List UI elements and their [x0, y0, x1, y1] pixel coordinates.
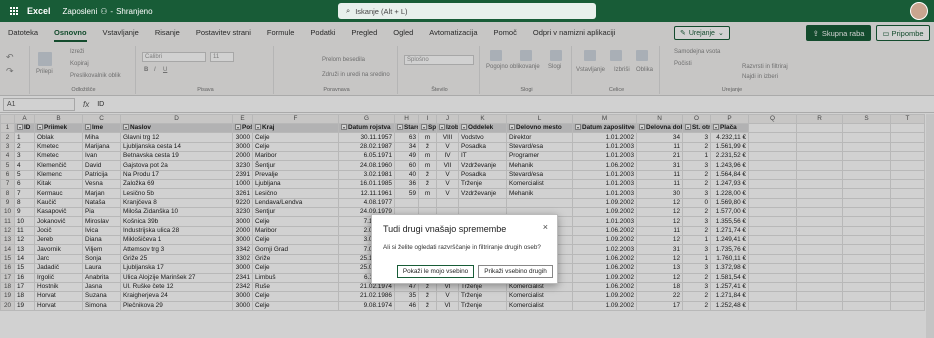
search-icon: ⌕ [346, 6, 351, 15]
close-icon[interactable]: × [543, 222, 548, 232]
dialog-title: Tudi drugi vnašajo spremembe [383, 224, 507, 234]
app-launcher-icon[interactable] [10, 6, 19, 16]
save-status: Shranjeno [116, 6, 153, 16]
dialog-message: Ali si želite ogledati razvrščanje in fi… [383, 244, 541, 251]
title-bar: Excel Zaposleni ⚇ - Shranjeno ⌕ Iskanje (Alt… [0, 0, 934, 22]
sort-filter-dialog: Tudi drugi vnašajo spremembe × Ali si že… [371, 214, 558, 284]
people-icon: ⚇ [100, 6, 108, 16]
document-name: Zaposleni [62, 6, 98, 16]
show-mine-button[interactable]: Pokaži le mojo vsebino [397, 265, 474, 278]
avatar[interactable] [910, 2, 928, 20]
modal-overlay [0, 22, 934, 338]
show-all-button[interactable]: Prikaži vsebino drugih [478, 265, 553, 278]
search-box[interactable]: ⌕ Iskanje (Alt + L) [338, 3, 596, 19]
app-name[interactable]: Excel [27, 6, 51, 16]
document-title[interactable]: Zaposleni ⚇ - Shranjeno [63, 7, 153, 16]
search-placeholder: Iskanje (Alt + L) [355, 6, 408, 16]
separator: - [110, 6, 114, 16]
